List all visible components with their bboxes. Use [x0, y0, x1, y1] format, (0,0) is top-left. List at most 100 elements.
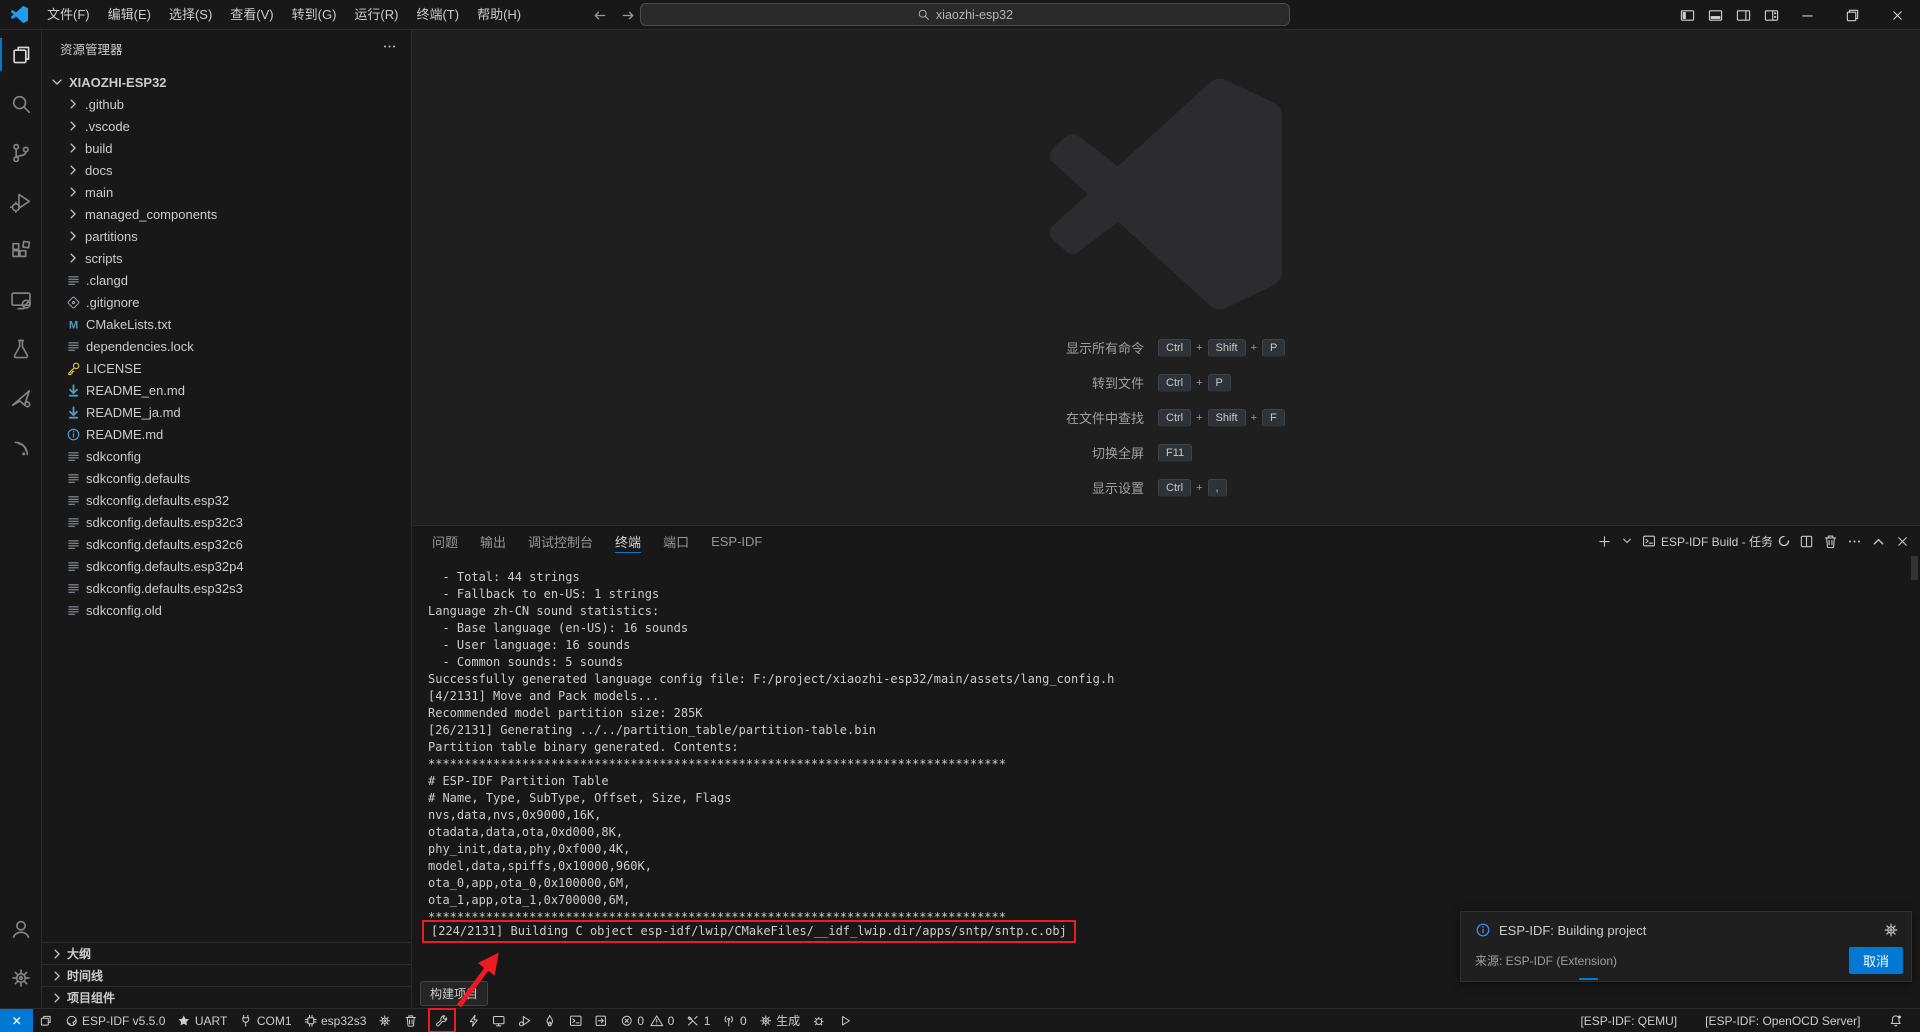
status-warning-0[interactable]: 0 [650, 1009, 680, 1032]
activity-item-search[interactable] [0, 79, 42, 128]
tree-file-sdkconfig.defaults[interactable]: sdkconfig.defaults [42, 467, 411, 489]
tree-folder-managed_components[interactable]: managed_components [42, 203, 411, 225]
tree-folder-.vscode[interactable]: .vscode [42, 115, 411, 137]
restore-button[interactable] [1830, 0, 1875, 30]
kill-terminal-icon[interactable] [1823, 534, 1838, 549]
close-button[interactable] [1875, 0, 1920, 30]
layout-grid-button[interactable] [1757, 0, 1785, 30]
layout-sidebar-left-button[interactable] [1673, 0, 1701, 30]
terminal-scrollbar[interactable] [1911, 556, 1918, 580]
layout-sidebar-right-button[interactable] [1729, 0, 1757, 30]
tree-root[interactable]: XIAOZHI-ESP32 [42, 71, 411, 93]
activity-item-account[interactable] [0, 904, 42, 953]
terminal-dropdown-icon[interactable] [1621, 535, 1633, 547]
activity-item-source-control[interactable] [0, 128, 42, 177]
panel-tab-端口[interactable]: 端口 [663, 526, 689, 556]
tree-file-README_en.md[interactable]: README_en.md [42, 379, 411, 401]
status-bolt[interactable] [461, 1009, 487, 1032]
tree-file-sdkconfig.defaults.esp32c3[interactable]: sdkconfig.defaults.esp32c3 [42, 511, 411, 533]
activity-item-espressif[interactable] [0, 422, 42, 471]
tree-folder-docs[interactable]: docs [42, 159, 411, 181]
status-antenna-0[interactable]: 0 [716, 1009, 752, 1032]
panel-tab-终端[interactable]: 终端 [615, 526, 641, 556]
command-center-search[interactable]: xiaozhi-esp32 [640, 3, 1290, 26]
minimize-button[interactable] [1785, 0, 1830, 30]
status-monitor[interactable] [486, 1009, 512, 1032]
sidebar-section-项目组件[interactable]: 项目组件 [42, 986, 411, 1008]
tree-file-CMakeLists.txt[interactable]: MCMakeLists.txt [42, 313, 411, 335]
activity-item-run-debug[interactable] [0, 177, 42, 226]
activity-item-files[interactable] [0, 30, 42, 79]
terminal-task-entry[interactable]: ESP-IDF Build - 任务 [1642, 533, 1790, 550]
status-text[interactable]: [ESP-IDF: QEMU] [1574, 1009, 1683, 1032]
tree-file-sdkconfig.defaults.esp32p4[interactable]: sdkconfig.defaults.esp32p4 [42, 555, 411, 577]
menu-item-6[interactable]: 终端(T) [407, 0, 468, 30]
status-github-ESP-IDF v5.5.0[interactable]: ESP-IDF v5.5.0 [59, 1009, 172, 1032]
sidebar-section-大纲[interactable]: 大纲 [42, 942, 411, 964]
panel-tab-ESP-IDF[interactable]: ESP-IDF [711, 526, 762, 556]
layout-panel-button[interactable] [1701, 0, 1729, 30]
panel-more-icon[interactable] [1847, 534, 1862, 549]
tree-folder-main[interactable]: main [42, 181, 411, 203]
status-bell[interactable] [1883, 1009, 1909, 1032]
close-panel-icon[interactable] [1895, 534, 1910, 549]
status-terminal[interactable] [563, 1009, 589, 1032]
status-play[interactable] [832, 1009, 858, 1032]
status-text[interactable]: [ESP-IDF: OpenOCD Server] [1699, 1009, 1866, 1032]
status-error-0[interactable]: 0 [614, 1009, 650, 1032]
status-star-UART[interactable]: UART [171, 1009, 233, 1032]
status-tools-1[interactable]: 1 [680, 1009, 716, 1032]
activity-item-extensions[interactable] [0, 226, 42, 275]
tree-file-sdkconfig.defaults.esp32[interactable]: sdkconfig.defaults.esp32 [42, 489, 411, 511]
menu-item-4[interactable]: 转到(G) [283, 0, 346, 30]
status-trash[interactable] [398, 1009, 424, 1032]
tree-folder-partitions[interactable]: partitions [42, 225, 411, 247]
status-debug-play[interactable] [512, 1009, 538, 1032]
activity-item-remote-explorer[interactable] [0, 275, 42, 324]
menu-item-5[interactable]: 运行(R) [345, 0, 407, 30]
status-gear-生成[interactable]: 生成 [753, 1009, 807, 1032]
split-terminal-icon[interactable] [1799, 534, 1814, 549]
tree-file-sdkconfig.old[interactable]: sdkconfig.old [42, 599, 411, 621]
explorer-more-actions[interactable] [382, 39, 397, 57]
panel-tab-调试控制台[interactable]: 调试控制台 [528, 526, 593, 556]
status-remote[interactable] [0, 1009, 33, 1032]
terminal-output[interactable]: - Total: 44 strings - Fallback to en-US:… [428, 569, 1114, 926]
tree-file-sdkconfig.defaults.esp32c6[interactable]: sdkconfig.defaults.esp32c6 [42, 533, 411, 555]
status-plug-COM1[interactable]: COM1 [233, 1009, 297, 1032]
tree-folder-scripts[interactable]: scripts [42, 247, 411, 269]
status-chip-esp32s3[interactable]: esp32s3 [298, 1009, 373, 1032]
activity-item-settings-gear[interactable] [0, 953, 42, 1002]
activity-item-test-flask[interactable] [0, 324, 42, 373]
tree-folder-build[interactable]: build [42, 137, 411, 159]
status-copy[interactable] [33, 1009, 59, 1032]
menu-item-3[interactable]: 查看(V) [221, 0, 282, 30]
notification-settings-icon[interactable] [1883, 922, 1899, 938]
tree-file-sdkconfig.defaults.esp32s3[interactable]: sdkconfig.defaults.esp32s3 [42, 577, 411, 599]
activity-item-paperplane-gear[interactable] [0, 373, 42, 422]
back-icon[interactable] [592, 8, 607, 23]
menu-item-2[interactable]: 选择(S) [160, 0, 221, 30]
tree-file-.clangd[interactable]: .clangd [42, 269, 411, 291]
menu-item-1[interactable]: 编辑(E) [99, 0, 160, 30]
tree-file-LICENSE[interactable]: LICENSE [42, 357, 411, 379]
status-gear[interactable] [372, 1009, 398, 1032]
panel-tab-问题[interactable]: 问题 [432, 526, 458, 556]
tree-file-README.md[interactable]: README.md [42, 423, 411, 445]
status-bug[interactable] [806, 1009, 832, 1032]
forward-icon[interactable] [621, 8, 636, 23]
panel-tab-输出[interactable]: 输出 [480, 526, 506, 556]
cancel-button[interactable]: 取消 [1849, 947, 1903, 974]
maximize-panel-icon[interactable] [1871, 534, 1886, 549]
menu-item-0[interactable]: 文件(F) [38, 0, 99, 30]
status-flame[interactable] [537, 1009, 563, 1032]
tree-file-dependencies.lock[interactable]: dependencies.lock [42, 335, 411, 357]
menu-item-7[interactable]: 帮助(H) [468, 0, 530, 30]
new-terminal-icon[interactable] [1597, 534, 1612, 549]
tree-folder-.github[interactable]: .github [42, 93, 411, 115]
status-export[interactable] [588, 1009, 614, 1032]
tree-file-README_ja.md[interactable]: README_ja.md [42, 401, 411, 423]
tree-file-sdkconfig[interactable]: sdkconfig [42, 445, 411, 467]
tree-file-.gitignore[interactable]: .gitignore [42, 291, 411, 313]
status-wrench[interactable] [429, 1009, 455, 1032]
